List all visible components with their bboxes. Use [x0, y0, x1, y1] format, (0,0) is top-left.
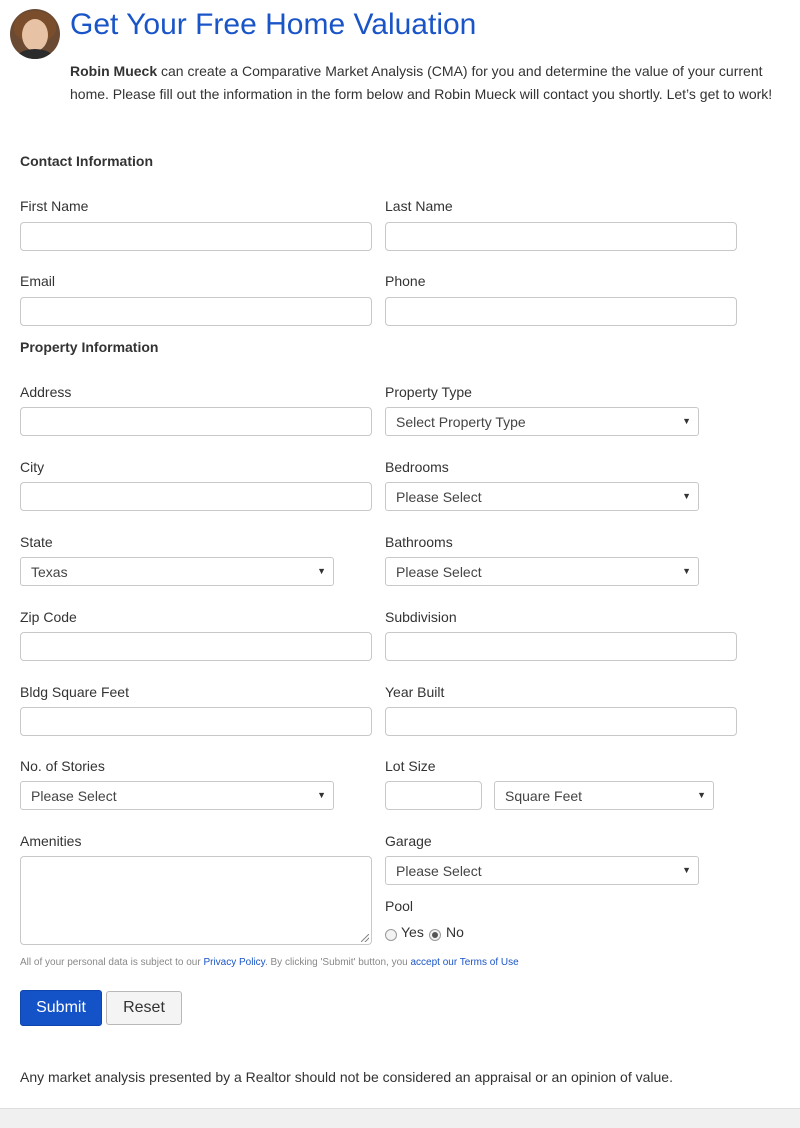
- amenities-label: Amenities: [20, 833, 82, 849]
- zip-code-label: Zip Code: [20, 609, 77, 625]
- agent-avatar: [10, 9, 60, 59]
- resize-handle-icon[interactable]: [361, 934, 369, 942]
- subdivision-label: Subdivision: [385, 609, 457, 625]
- pool-yes-label[interactable]: Yes: [401, 924, 424, 940]
- garage-label: Garage: [385, 833, 432, 849]
- last-name-input[interactable]: [385, 222, 737, 251]
- email-label: Email: [20, 273, 56, 289]
- chevron-down-icon: ▼: [682, 416, 691, 426]
- last-name-label: Last Name: [385, 198, 453, 214]
- subdivision-input[interactable]: [385, 632, 737, 661]
- chevron-down-icon: ▼: [317, 790, 326, 800]
- year-built-label: Year Built: [385, 684, 445, 700]
- terms-of-use-link[interactable]: accept our Terms of Use: [411, 957, 519, 968]
- pool-no-radio[interactable]: [429, 929, 441, 941]
- stories-label: No. of Stories: [20, 758, 105, 774]
- footer-bar: [0, 1108, 800, 1128]
- first-name-input[interactable]: [20, 222, 372, 251]
- square-feet-label: Bldg Square Feet: [20, 684, 129, 700]
- address-label: Address: [20, 384, 72, 400]
- garage-select[interactable]: Please Select ▼: [385, 856, 699, 885]
- page-title: Get Your Free Home Valuation: [70, 8, 477, 41]
- privacy-policy-link[interactable]: Privacy Policy: [203, 957, 265, 968]
- property-type-select[interactable]: Select Property Type ▼: [385, 407, 699, 436]
- state-select[interactable]: Texas ▼: [20, 557, 334, 586]
- lot-size-input[interactable]: [385, 781, 482, 810]
- email-input[interactable]: [20, 297, 372, 326]
- chevron-down-icon: ▼: [682, 566, 691, 576]
- pool-yes-radio[interactable]: [385, 929, 397, 941]
- bathrooms-label: Bathrooms: [385, 534, 453, 550]
- property-section-heading: Property Information: [20, 339, 159, 355]
- bedrooms-select[interactable]: Please Select ▼: [385, 482, 699, 511]
- lot-size-unit-select[interactable]: Square Feet ▼: [494, 781, 714, 810]
- amenities-textarea[interactable]: [20, 856, 372, 945]
- bedrooms-label: Bedrooms: [385, 459, 449, 475]
- submit-button[interactable]: Submit: [20, 990, 102, 1026]
- disclaimer-text: Any market analysis presented by a Realt…: [20, 1069, 673, 1085]
- agent-name: Robin Mueck: [70, 63, 158, 79]
- chevron-down-icon: ▼: [317, 566, 326, 576]
- pool-no-label[interactable]: No: [446, 924, 464, 940]
- pool-label: Pool: [385, 898, 414, 914]
- phone-input[interactable]: [385, 297, 737, 326]
- privacy-notice: All of your personal data is subject to …: [20, 957, 519, 968]
- first-name-label: First Name: [20, 198, 89, 214]
- chevron-down-icon: ▼: [697, 790, 706, 800]
- square-feet-input[interactable]: [20, 707, 372, 736]
- bathrooms-select[interactable]: Please Select ▼: [385, 557, 699, 586]
- chevron-down-icon: ▼: [682, 865, 691, 875]
- lot-size-label: Lot Size: [385, 758, 436, 774]
- property-type-label: Property Type: [385, 384, 472, 400]
- address-input[interactable]: [20, 407, 372, 436]
- city-label: City: [20, 459, 45, 475]
- stories-select[interactable]: Please Select ▼: [20, 781, 334, 810]
- contact-section-heading: Contact Information: [20, 153, 153, 169]
- state-label: State: [20, 534, 53, 550]
- city-input[interactable]: [20, 482, 372, 511]
- reset-button[interactable]: Reset: [106, 991, 182, 1025]
- chevron-down-icon: ▼: [682, 491, 691, 501]
- zip-code-input[interactable]: [20, 632, 372, 661]
- phone-label: Phone: [385, 273, 426, 289]
- intro-text: Robin Mueck can create a Comparative Mar…: [70, 63, 773, 102]
- year-built-input[interactable]: [385, 707, 737, 736]
